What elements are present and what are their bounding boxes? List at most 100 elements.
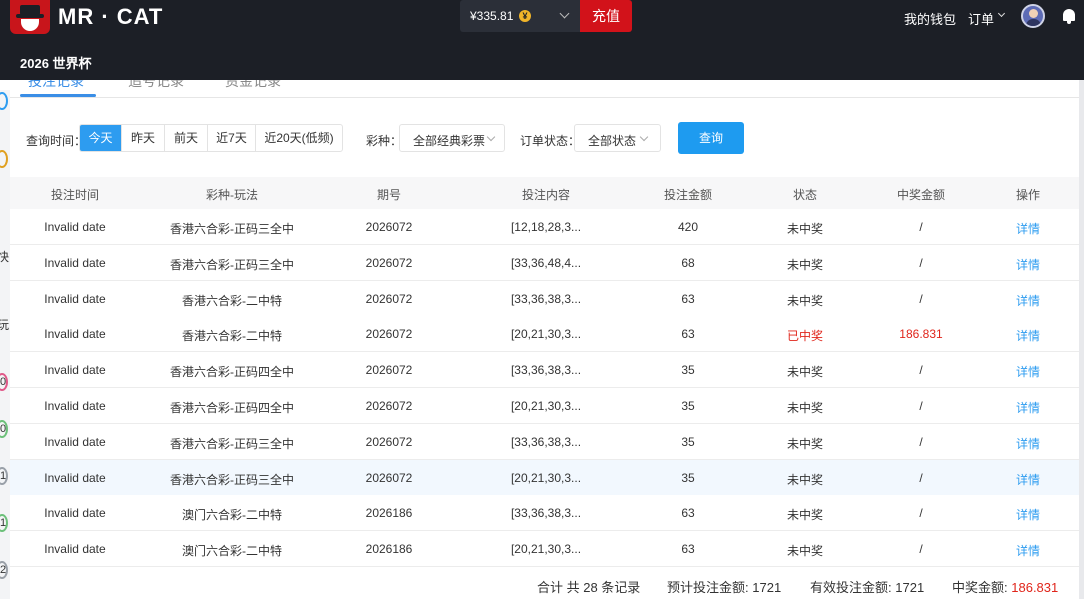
table-row: Invalid date 香港六合彩-正码三全中 2026072 [20,21,30,… [10,459,1079,496]
cell-bet-amount: 35 [681,363,695,378]
cell-bet-time: Invalid date [44,220,106,234]
details-link[interactable]: 详情 [998,435,1058,452]
details-link[interactable]: 详情 [998,363,1058,380]
coin-icon: ¥ [519,10,531,22]
cell-issue-number: 2026072 [365,327,413,342]
cell-lottery-play: 香港六合彩-正码三全中 [170,222,294,236]
cell-lottery-play: 香港六合彩-正码三全中 [170,257,294,272]
peek-circle-icon [0,150,8,168]
cell-bet-content: [20,21,30,3... [510,542,582,557]
details-link[interactable]: 详情 [998,220,1058,237]
cell-bet-time: Invalid date [44,506,106,521]
cell-issue-number: 2026186 [365,542,413,557]
cell-bet-content: [33,36,38,3... [510,363,582,378]
cell-bet-time: Invalid date [44,542,106,557]
status-select-value: 全部状态 [588,134,637,148]
scrollbar[interactable] [1079,80,1084,599]
cell-status: 未中奖 [786,257,823,272]
table-row: Invalid date 香港六合彩-正码三全中 2026072 [33,36,38,… [10,423,1079,460]
peek-text: 快 [0,250,10,264]
tab-fund-records[interactable]: 资金记录 [225,80,281,91]
brand-name[interactable]: MR · CAT [58,4,163,30]
cell-win-amount: / [919,399,923,413]
orders-menu[interactable]: 订单 [968,9,994,28]
avatar[interactable] [1021,4,1045,28]
time-range-selector: 今天 昨天 前天 近7天 近20天(低频) [79,124,343,152]
cell-bet-content: [20,21,30,3... [510,470,582,485]
time-filter-label: 查询时间： [26,134,87,148]
cell-lottery-play: 香港六合彩-正码四全中 [170,401,294,415]
cell-status: 未中奖 [786,365,823,380]
tab-bet-records[interactable]: 投注记录 [28,80,84,91]
win-total: 中奖金额: 186.831 [952,577,1058,596]
lottery-select[interactable]: 全部经典彩票 [399,124,505,152]
details-link[interactable]: 详情 [998,327,1058,344]
cell-bet-content: [33,36,48,4... [510,255,582,270]
details-link[interactable]: 详情 [998,542,1058,559]
my-wallet-link[interactable]: 我的钱包 [904,9,956,28]
cell-bet-content: [20,21,30,3... [510,399,582,413]
cell-issue-number: 2026072 [365,291,413,306]
cell-issue-number: 2026186 [365,506,413,521]
peek-circle-icon [0,92,8,110]
time-option-day-before[interactable]: 前天 [165,125,208,151]
peek-text: 1 [0,470,7,482]
balance-dropdown[interactable]: ¥335.81 ¥ [460,0,580,32]
win-total-value: 186.831 [1011,580,1059,595]
cell-lottery-play: 香港六合彩-二中特 [182,329,282,344]
details-link[interactable]: 详情 [998,506,1058,523]
column-header-win-amount: 中奖金额 [896,188,945,202]
peek-text: 0 [0,376,7,388]
table-row: Invalid date 香港六合彩-正码四全中 2026072 [33,36,38,… [10,352,1079,389]
bell-icon[interactable] [1063,9,1075,24]
table-row: Invalid date 香港六合彩-二中特 2026072 [33,36,38,3.… [10,280,1079,317]
cell-win-amount: / [919,470,923,485]
peek-text: 2 [0,564,7,576]
win-total-label: 中奖金额: [952,580,1008,595]
cell-win-amount: / [919,363,923,378]
tab-chase-records[interactable]: 追号记录 [128,80,184,91]
status-select[interactable]: 全部状态 [574,124,661,152]
cell-status: 未中奖 [786,436,823,451]
time-option-today[interactable]: 今天 [80,125,122,151]
cell-issue-number: 2026072 [365,399,413,413]
cell-bet-amount: 35 [681,470,695,485]
recharge-button[interactable]: 充值 [580,0,632,32]
cell-bet-content: [20,21,30,3... [510,327,582,342]
cell-win-amount: 186.831 [899,327,943,342]
column-header-lottery-play: 彩种-玩法 [206,188,258,202]
mr-cat-logo-icon[interactable] [10,0,50,34]
record-tabs: 投注记录 追号记录 资金记录 [0,80,1084,98]
expected-bet-label: 预计投注金额: [667,580,749,595]
divider [10,97,1080,98]
details-link[interactable]: 详情 [998,399,1058,416]
table-row: Invalid date 香港六合彩-正码三全中 2026072 [12,18,28,… [10,209,1079,245]
details-link[interactable]: 详情 [998,256,1058,273]
section-title: 2026 世界杯 [20,56,92,71]
details-link[interactable]: 详情 [998,471,1058,488]
table-row: Invalid date 香港六合彩-正码四全中 2026072 [20,21,30,… [10,388,1079,424]
time-option-20-days[interactable]: 近20天(低频) [256,125,342,151]
expected-bet-total: 预计投注金额: 1721 [667,577,781,596]
cell-issue-number: 2026072 [365,470,413,485]
column-header-issue-number: 期号 [376,188,401,202]
table-row: Invalid date 香港六合彩-二中特 2026072 [20,21,30,3.… [10,316,1079,353]
table-header: 投注时间 彩种-玩法 期号 投注内容 投注金额 状态 中奖金额 操作 [10,177,1079,209]
query-button[interactable]: 查询 [678,122,744,154]
cell-win-amount: / [919,542,923,557]
cell-status: 未中奖 [786,508,823,523]
status-filter-label: 订单状态： [520,134,581,148]
cell-lottery-play: 香港六合彩-二中特 [182,293,282,308]
time-option-7-days[interactable]: 近7天 [208,125,256,151]
table-row: Invalid date 澳门六合彩-二中特 2026186 [33,36,38,3.… [10,495,1079,532]
cell-win-amount: / [919,434,923,449]
cell-status: 未中奖 [786,544,823,559]
column-header-bet-content: 投注内容 [521,188,570,202]
cell-lottery-play: 香港六合彩-正码三全中 [170,436,294,451]
details-link[interactable]: 详情 [998,292,1058,309]
background-peek: 快 玩 0 0 1 1 2 [0,90,10,599]
time-option-yesterday[interactable]: 昨天 [122,125,165,151]
table-row: Invalid date 香港六合彩-正码三全中 2026072 [33,36,48,… [10,244,1079,281]
cell-bet-content: [12,18,28,3... [510,220,582,234]
top-header: MR · CAT ¥335.81 ¥ 充值 我的钱包 订单 2026 世界杯 [0,0,1084,80]
